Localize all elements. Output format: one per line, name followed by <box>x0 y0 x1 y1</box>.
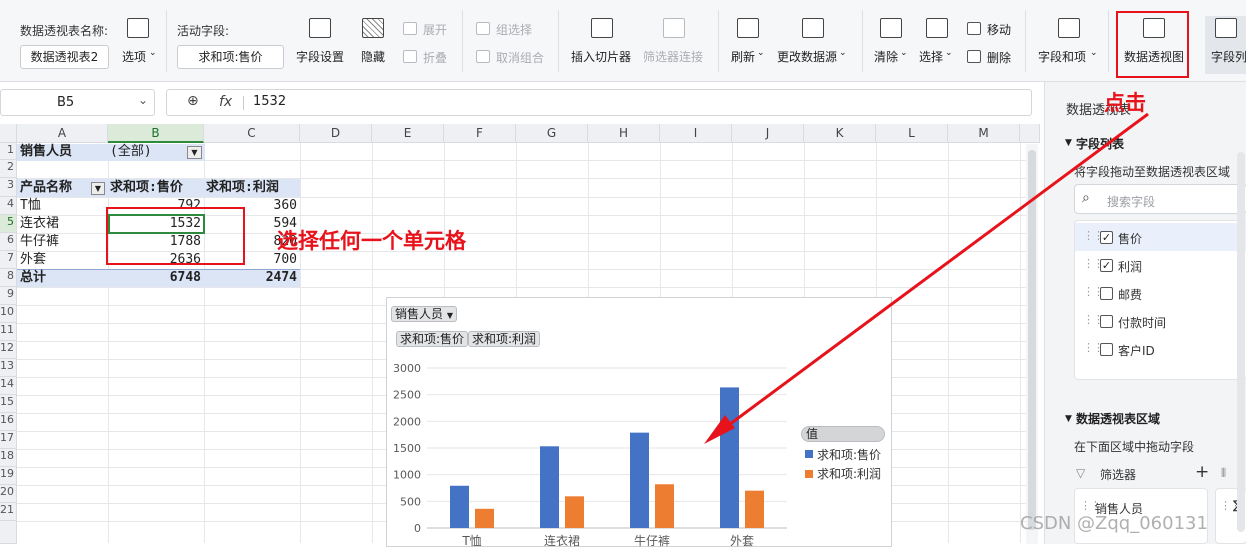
watermark: CSDN @Zqq_060131 <box>1020 513 1208 534</box>
annotation-arrow <box>704 112 1149 444</box>
